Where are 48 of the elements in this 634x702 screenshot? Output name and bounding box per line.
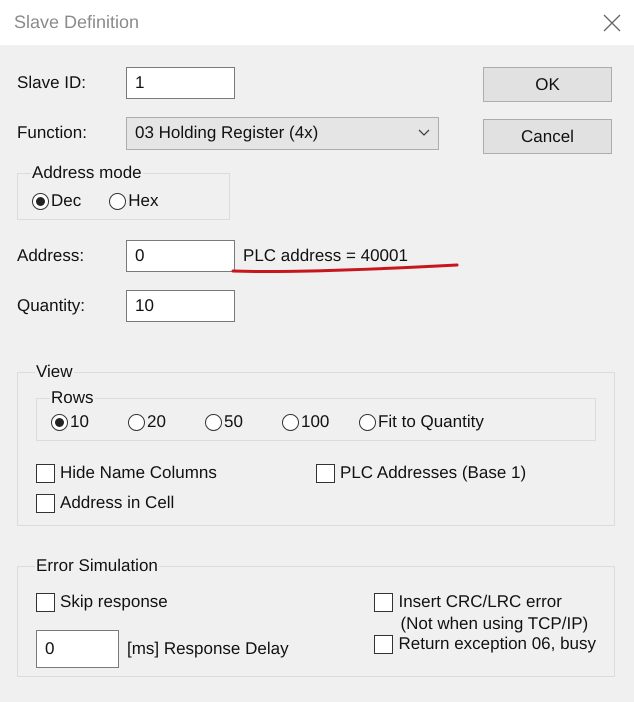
- radio-button[interactable]: [282, 414, 299, 430]
- caret-icon: [418, 129, 430, 137]
- checkbox[interactable]: [36, 592, 55, 612]
- checkbox-label[interactable]: Hide Name Columns: [60, 463, 217, 483]
- radio-button[interactable]: [32, 192, 49, 210]
- radio-label[interactable]: Hex: [128, 191, 158, 211]
- close-icon[interactable]: [603, 14, 621, 32]
- group-title: Address mode: [31, 163, 143, 183]
- radio-button[interactable]: [359, 414, 376, 430]
- field-label: Function:: [17, 123, 88, 143]
- dialog-button[interactable]: OK: [483, 67, 612, 102]
- checkbox[interactable]: [36, 494, 55, 512]
- radio-label[interactable]: 20: [147, 412, 166, 432]
- checkbox-label[interactable]: Skip response: [60, 592, 168, 612]
- radio-label[interactable]: Dec: [51, 191, 82, 211]
- checkbox-label[interactable]: Insert CRC/LRC error: [398, 592, 562, 612]
- checkbox-label[interactable]: Address in Cell: [60, 493, 174, 513]
- group-title: Rows: [50, 388, 95, 408]
- radio-button[interactable]: [51, 414, 68, 430]
- checkbox[interactable]: [36, 464, 55, 482]
- field-label: Quantity:: [17, 296, 86, 316]
- dropdown-value: 03 Holding Register (4x): [135, 123, 318, 143]
- input-field[interactable]: 0: [126, 240, 235, 272]
- checkbox[interactable]: [374, 592, 394, 612]
- group-title: Error Simulation: [35, 556, 159, 576]
- radio-label[interactable]: 10: [70, 412, 89, 432]
- dialog-button[interactable]: Cancel: [483, 119, 612, 154]
- checkbox[interactable]: [316, 464, 335, 482]
- input-field[interactable]: 10: [126, 290, 235, 322]
- radio-button[interactable]: [128, 414, 145, 430]
- group-title: View: [35, 362, 74, 382]
- radio-button[interactable]: [205, 414, 222, 430]
- field-label: Address:: [17, 246, 86, 266]
- field-label: Slave ID:: [17, 73, 87, 93]
- radio-label[interactable]: Fit to Quantity: [378, 412, 484, 432]
- radio-button[interactable]: [109, 192, 126, 210]
- window-title: Slave Definition: [14, 12, 140, 33]
- checkbox-label[interactable]: Return exception 06, busy: [398, 634, 596, 654]
- checkbox-note: (Not when using TCP/IP): [400, 614, 590, 634]
- dropdown[interactable]: 03 Holding Register (4x): [126, 116, 439, 150]
- address-note: PLC address = 40001: [243, 246, 408, 266]
- checkbox[interactable]: [374, 634, 394, 654]
- field-label: [ms] Response Delay: [127, 639, 289, 659]
- radio-label[interactable]: 50: [224, 412, 243, 432]
- input-field[interactable]: 1: [126, 67, 235, 99]
- input-field[interactable]: 0: [36, 630, 119, 668]
- radio-label[interactable]: 100: [301, 412, 330, 432]
- checkbox-label[interactable]: PLC Addresses (Base 1): [340, 463, 526, 483]
